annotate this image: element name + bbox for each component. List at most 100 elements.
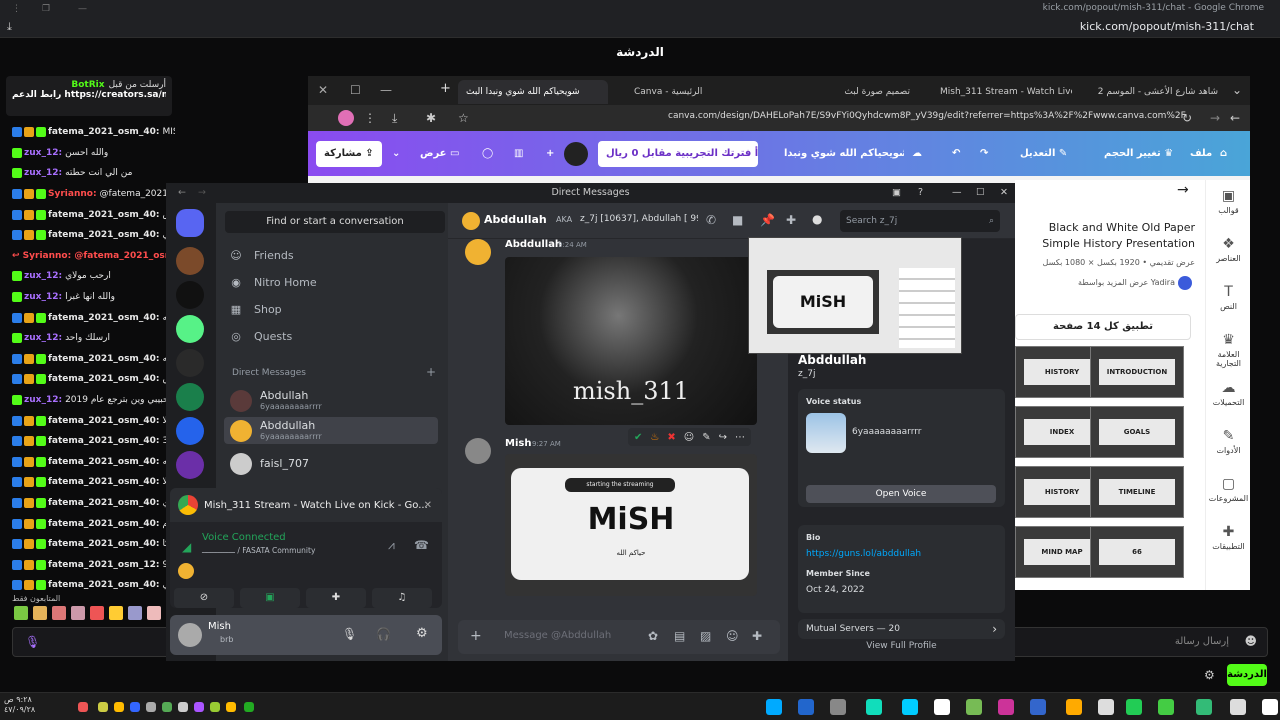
maximize-icon[interactable]: ☐	[350, 83, 361, 97]
dm-item[interactable]: Abdullah 6yaaaaaaaarrrr	[224, 387, 438, 414]
profile-icon[interactable]: ●	[812, 212, 822, 226]
chat-username[interactable]: fatema_2021_osm_40:	[48, 457, 159, 467]
download-icon[interactable]: ⤓	[7, 20, 12, 34]
taskbar-app-icon[interactable]	[244, 702, 254, 712]
noise-suppression-icon[interactable]: ⩘	[388, 538, 395, 553]
redo-icon[interactable]: ↷	[980, 141, 988, 167]
headphones-icon[interactable]: 🎧	[376, 627, 391, 641]
chat-search-input[interactable]: Search z_7j ⌕	[840, 210, 1000, 232]
rail-item[interactable]: ✚ التطبيقات	[1206, 524, 1251, 551]
chat-message[interactable]: fatema_2021_osm_40:يبه	[0, 307, 175, 328]
rail-item[interactable]: ❖ العناصر	[1206, 236, 1251, 263]
taskbar-app-icon[interactable]	[998, 699, 1014, 715]
rail-item[interactable]: T النص	[1206, 284, 1251, 311]
chat-message[interactable]: fatema_2021_osm_40:ي	[0, 493, 175, 514]
taskbar-app-icon[interactable]	[98, 702, 108, 712]
mutual-servers[interactable]: Mutual Servers — 20 ›	[798, 619, 1005, 639]
rail-item[interactable]: ☁ التحميلات	[1206, 380, 1251, 407]
taskbar-app-icon[interactable]	[1262, 699, 1278, 715]
chat-username[interactable]: fatema_2021_osm_40:	[48, 374, 159, 384]
maximize-icon[interactable]: ☐	[976, 183, 985, 203]
activities-icon[interactable]: ✚	[306, 588, 366, 608]
chat-message[interactable]: zux_12: ارحب مولاي	[0, 266, 175, 287]
chevron-down-icon[interactable]: ⌄	[392, 141, 400, 167]
message-image[interactable]: starting the streaming MiSH حياكم الله	[505, 454, 757, 596]
voice-member-avatar[interactable]	[178, 563, 194, 579]
apps-icon[interactable]: ✚	[752, 629, 762, 643]
close-window-icon[interactable]: ✕	[318, 83, 328, 97]
message-author[interactable]: Mish	[505, 438, 531, 449]
add-dm-icon[interactable]: +	[426, 365, 436, 379]
taskbar-app-icon[interactable]	[1030, 699, 1046, 715]
chat-username[interactable]: fatema_2021_osm_40:	[48, 519, 159, 529]
soundboard-icon[interactable]: ♫	[372, 588, 432, 608]
undo-icon[interactable]: ↶	[952, 141, 960, 167]
chat-username[interactable]: fatema_2021_osm_40:	[48, 436, 159, 446]
edit-button[interactable]: التعديل ✎	[1020, 141, 1067, 167]
voice-channel[interactable]: ـــــــــــــــ / FASATA Community	[202, 546, 315, 555]
template-thumbnail[interactable]: GOALS	[1090, 406, 1184, 458]
chat-username[interactable]: zux_12:	[24, 292, 62, 302]
taskbar-app-icon[interactable]	[934, 699, 950, 715]
profile-avatar[interactable]	[338, 110, 354, 126]
tab-kick-stream[interactable]: Mish_311 Stream - Watch Live	[932, 80, 1072, 104]
more-icon[interactable]: ⋮	[364, 111, 376, 125]
taskbar-app-icon[interactable]	[194, 702, 204, 712]
pin-icon[interactable]: 📌	[760, 213, 775, 227]
chat-message[interactable]: fatema_2021_osm_40:حلا	[0, 472, 175, 493]
add-reaction-icon[interactable]: ☺	[684, 432, 694, 443]
x-reaction-icon[interactable]: ✖	[667, 432, 675, 443]
more-icon[interactable]: ⋯	[735, 432, 745, 443]
rail-item[interactable]: ✎ الأدوات	[1206, 428, 1251, 455]
chat-message[interactable]: fatema_2021_osm_40:حلا	[0, 410, 175, 431]
taskbar-clock[interactable]: ٩:٢٨ ص ٤٧/٠٩/٢٨	[4, 695, 35, 715]
dm-item-selected[interactable]: Abddullah 6yaaaaaaaarrrr	[224, 417, 438, 444]
restore-icon[interactable]: ❐	[42, 4, 50, 14]
chat-username[interactable]: fatema_2021_osm_40:	[48, 230, 159, 240]
emote-icon[interactable]	[109, 606, 123, 620]
close-icon[interactable]: ✕	[1000, 183, 1008, 203]
chat-message[interactable]: zux_12: ارسلك واحد	[0, 328, 175, 349]
reply-icon[interactable]: ↪	[719, 432, 727, 443]
camera-off-icon[interactable]: ⊘	[174, 588, 234, 608]
fire-reaction-icon[interactable]: ♨	[650, 432, 659, 443]
chat-username[interactable]: zux_12:	[24, 395, 62, 405]
back-icon[interactable]: ←	[178, 183, 186, 203]
tab-canva-home[interactable]: Canva - الرئيسية	[626, 80, 766, 104]
emote-icon[interactable]	[90, 606, 104, 620]
chat-send-button[interactable]: الدردشة	[1227, 664, 1267, 686]
back-icon[interactable]: ←	[1230, 111, 1240, 125]
minimize-icon[interactable]: —	[78, 4, 87, 14]
trial-button[interactable]: ابدأ فترتك التجريبية مقابل 0 ريال ...	[598, 141, 758, 167]
taskbar-app-icon[interactable]	[1066, 699, 1082, 715]
taskbar-app-icon[interactable]	[162, 702, 172, 712]
chat-username[interactable]: fatema_2021_osm_40:	[48, 210, 159, 220]
close-icon[interactable]: ✕	[424, 500, 432, 511]
chat-username[interactable]: ↩ Syrianno: @fatema_2021_osm	[12, 251, 174, 261]
gift-icon[interactable]: ✿	[648, 629, 658, 643]
chat-message[interactable]: zux_12: والله انها غبرا	[0, 287, 175, 308]
chat-message[interactable]: Syrianno: @fatema_2021_	[0, 184, 175, 205]
chat-message[interactable]: zux_12: والله احسن	[0, 143, 175, 164]
chat-message[interactable]: fatema_2021_osm_12:91	[0, 554, 175, 575]
avatar[interactable]	[178, 623, 202, 647]
minimize-icon[interactable]: —	[952, 183, 962, 203]
tab-canva-design[interactable]: شويحياكم الله شوي ونبدا البث	[458, 80, 608, 104]
mic-icon[interactable]: 🎙	[342, 627, 357, 641]
home-icon[interactable]: ⌂	[1220, 141, 1227, 167]
disconnect-icon[interactable]: ☎	[414, 538, 429, 552]
voice-state[interactable]: Voice Connected	[202, 532, 286, 543]
emote-bar[interactable]	[14, 606, 182, 620]
edit-icon[interactable]: ✎	[702, 432, 710, 443]
message-image[interactable]: mish_311	[505, 257, 757, 425]
chat-message[interactable]: zux_12: من الي انت حطته	[0, 163, 175, 184]
emote-icon[interactable]	[147, 606, 161, 620]
emote-icon[interactable]	[52, 606, 66, 620]
taskbar-app-icon[interactable]	[902, 699, 918, 715]
chat-message[interactable]: fatema_2021_osm_40:ص	[0, 369, 175, 390]
taskbar-app-icon[interactable]	[114, 702, 124, 712]
design-name[interactable]: شويحياكم الله شوي ونبدا ...	[784, 141, 904, 167]
taskbar-app-icon[interactable]	[178, 702, 188, 712]
emoji-icon[interactable]: ☻	[1244, 634, 1257, 648]
bookmark-star-icon[interactable]: ☆	[458, 111, 469, 125]
